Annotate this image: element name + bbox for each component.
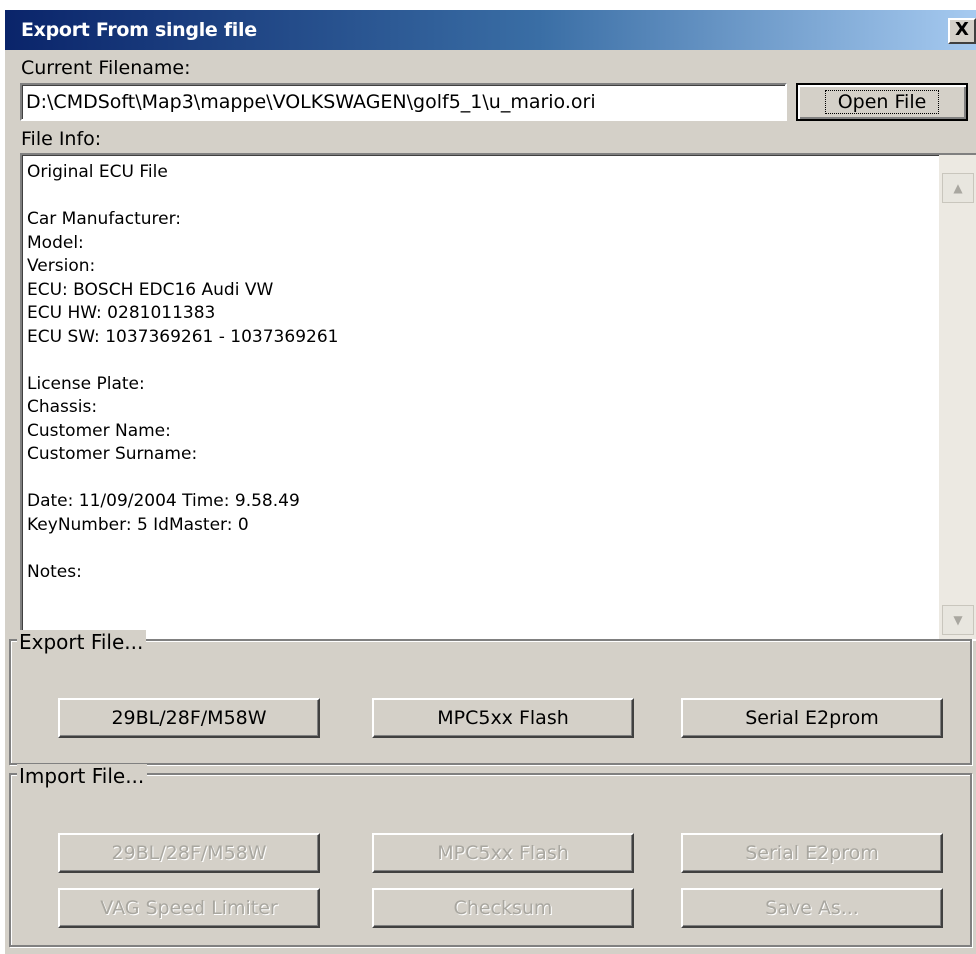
file-info-line: Notes: <box>27 561 82 582</box>
export-mpc5xx-label: MPC5xx Flash <box>437 707 569 729</box>
file-info-line <box>27 467 932 491</box>
file-info-line: Customer Surname: <box>27 444 198 464</box>
vag-speed-limiter-label: VAG Speed Limiter <box>100 897 278 919</box>
file-info-line <box>27 185 932 209</box>
import-serial-e2prom-label: Serial E2prom <box>745 842 879 864</box>
file-info-line <box>27 349 932 373</box>
window-title: Export From single file <box>21 19 257 41</box>
scroll-down-icon[interactable]: ▼ <box>942 605 974 635</box>
file-info-line: Date: 11/09/2004 Time: 9.58.49 <box>27 491 300 511</box>
file-info-line: Original ECU File <box>27 162 168 182</box>
import-group-label: Import File... <box>17 764 148 788</box>
file-info-line: Version: <box>27 256 96 276</box>
export-29bl-button[interactable]: 29BL/28F/M58W <box>58 698 320 738</box>
file-info-line: ECU: BOSCH EDC16 Audi VW <box>27 279 274 300</box>
file-info-line: License Plate: <box>27 373 145 394</box>
file-info-line: ECU HW: 0281011383 <box>27 303 216 323</box>
export-29bl-label: 29BL/28F/M58W <box>111 707 267 729</box>
import-mpc5xx-label: MPC5xx Flash <box>437 842 569 864</box>
file-info-line: Chassis: <box>27 397 98 417</box>
title-bar[interactable]: Export From single file X <box>5 10 976 50</box>
file-info-line: Car Manufacturer: <box>27 209 181 229</box>
vag-speed-limiter-button[interactable]: VAG Speed Limiter <box>58 888 320 928</box>
open-file-button[interactable]: Open File <box>796 83 968 121</box>
open-file-label: Open File <box>824 90 940 114</box>
close-button[interactable]: X <box>948 18 976 44</box>
file-info-text: Original ECU File Car Manufacturer: Model:… <box>27 161 932 584</box>
close-icon: X <box>955 19 969 40</box>
file-info-line: KeyNumber: 5 IdMaster: 0 <box>27 514 249 535</box>
file-info-line: ECU SW: 1037369261 - 1037369261 <box>27 326 339 347</box>
export-mpc5xx-button[interactable]: MPC5xx Flash <box>372 698 634 738</box>
export-serial-e2prom-label: Serial E2prom <box>745 707 879 729</box>
save-as-button[interactable]: Save As... <box>681 888 943 928</box>
file-info-line: Model: <box>27 232 84 253</box>
import-serial-e2prom-button[interactable]: Serial E2prom <box>681 833 943 873</box>
export-dialog: Export From single file X Current Filena… <box>5 10 976 954</box>
file-info-textarea[interactable]: Original ECU File Car Manufacturer: Model:… <box>20 153 976 641</box>
vertical-scrollbar[interactable]: ▲ ▼ <box>939 155 976 639</box>
checksum-label: Checksum <box>453 897 553 919</box>
import-29bl-label: 29BL/28F/M58W <box>111 842 267 864</box>
file-info-label: File Info: <box>21 128 102 150</box>
file-info-line: Customer Name: <box>27 420 171 441</box>
file-info-line <box>27 537 932 561</box>
import-29bl-button[interactable]: 29BL/28F/M58W <box>58 833 320 873</box>
current-filename-label: Current Filename: <box>21 57 191 79</box>
filename-field[interactable]: D:\CMDSoft\Map3\mappe\VOLKSWAGEN\golf5_1… <box>20 83 787 121</box>
scroll-up-icon[interactable]: ▲ <box>942 173 974 203</box>
checksum-button[interactable]: Checksum <box>372 888 634 928</box>
export-serial-e2prom-button[interactable]: Serial E2prom <box>681 698 943 738</box>
export-group-label: Export File... <box>17 630 147 654</box>
import-mpc5xx-button[interactable]: MPC5xx Flash <box>372 833 634 873</box>
save-as-label: Save As... <box>765 897 859 919</box>
